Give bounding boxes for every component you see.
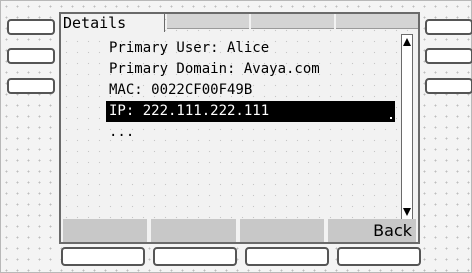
detail-primary-domain[interactable]: Primary Domain: Avaya.com xyxy=(106,59,406,80)
phone-panel: Details Primary User: Alice Primary Doma… xyxy=(0,0,472,273)
details-list: Primary User: Alice Primary Domain: Avay… xyxy=(106,38,406,143)
softkey-button-3[interactable] xyxy=(245,247,329,266)
title-bar-segment xyxy=(166,14,250,29)
title-bar-segment xyxy=(335,14,418,29)
display-screen: Details Primary User: Alice Primary Doma… xyxy=(59,12,420,244)
softkey-button-1[interactable] xyxy=(61,247,145,266)
softkey-label-2 xyxy=(151,219,236,242)
left-line-key-2[interactable] xyxy=(7,48,55,64)
left-line-key-3[interactable] xyxy=(7,78,55,94)
detail-ip-selected[interactable]: IP: 222.111.222.111 xyxy=(106,101,395,122)
back-softkey-button[interactable] xyxy=(337,247,421,266)
scroll-down-arrow-icon[interactable] xyxy=(403,208,411,216)
softkey-label-bar: Back xyxy=(61,219,418,242)
right-line-key-2[interactable] xyxy=(425,48,472,64)
detail-mac[interactable]: MAC: 0022CF00F49B xyxy=(106,80,406,101)
scrollbar[interactable] xyxy=(401,34,413,220)
screen-title: Details xyxy=(61,14,165,32)
softkey-label-back: Back xyxy=(327,219,416,242)
left-line-key-1[interactable] xyxy=(7,19,55,35)
softkey-label-3 xyxy=(239,219,324,242)
softkey-label-1 xyxy=(63,219,148,242)
title-bar-segment xyxy=(251,14,334,29)
title-bar: Details xyxy=(61,14,418,32)
detail-primary-user[interactable]: Primary User: Alice xyxy=(106,38,406,59)
more-indicator: ... xyxy=(109,124,135,140)
right-line-key-1[interactable] xyxy=(425,19,472,35)
softkey-button-2[interactable] xyxy=(153,247,237,266)
right-line-key-3[interactable] xyxy=(425,78,472,94)
scroll-up-arrow-icon[interactable] xyxy=(403,38,411,46)
